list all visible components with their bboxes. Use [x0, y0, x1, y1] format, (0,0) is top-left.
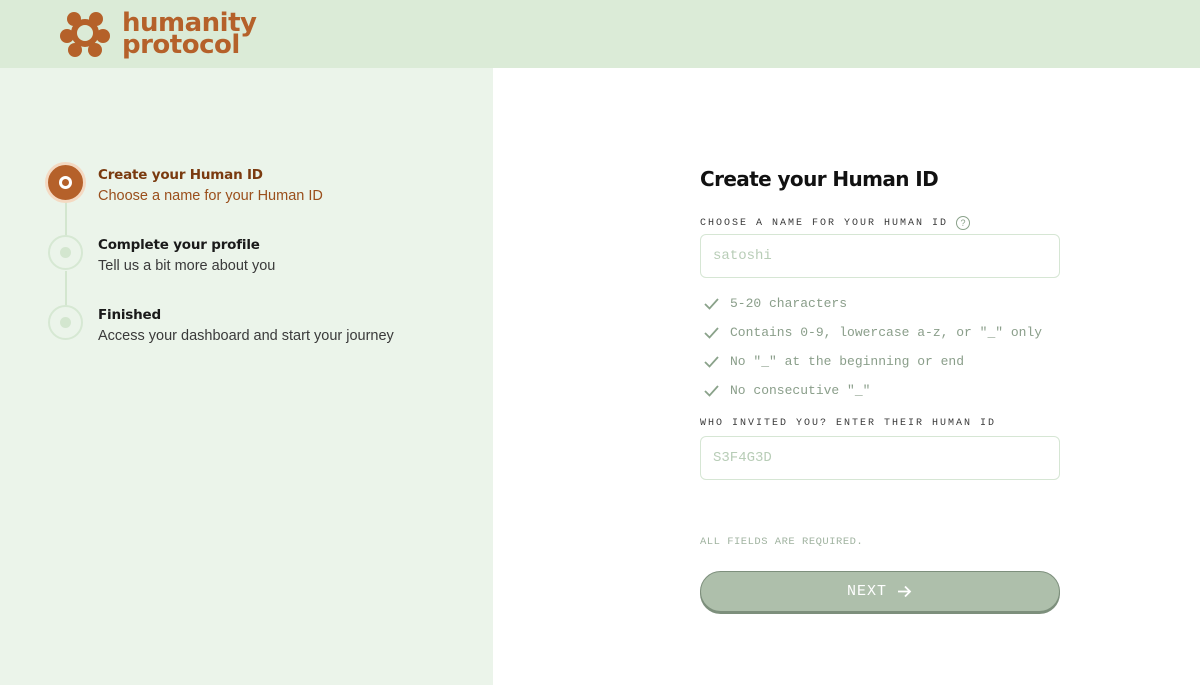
- rule-text: Contains 0-9, lowercase a-z, or "_" only: [730, 325, 1043, 340]
- step-indicator: [48, 305, 83, 340]
- validation-rule: No consecutive "_": [703, 376, 1042, 405]
- top-header: humanity protocol: [0, 0, 1200, 68]
- question-circle-icon[interactable]: ?: [956, 216, 971, 230]
- rule-text: No consecutive "_": [730, 383, 871, 398]
- step-finished: Finished Access your dashboard and start…: [48, 305, 394, 344]
- step-subtitle: Choose a name for your Human ID: [98, 188, 323, 204]
- inviter-id-input[interactable]: [700, 436, 1060, 480]
- step-title: Complete your profile: [98, 237, 260, 253]
- step-title: Create your Human ID: [98, 167, 263, 183]
- checkmark-icon: [704, 327, 719, 339]
- step-indicator-active: [48, 165, 83, 200]
- validation-rule: No "_" at the beginning or end: [703, 347, 1042, 376]
- human-id-input[interactable]: [700, 234, 1060, 278]
- next-button-label: NEXT: [846, 583, 887, 600]
- brand-name-line2: protocol: [122, 30, 240, 60]
- validation-rule: 5-20 characters: [703, 289, 1042, 318]
- rule-text: No "_" at the beginning or end: [730, 354, 965, 369]
- inviter-label: WHO INVITED YOU? ENTER THEIR HUMAN ID: [700, 418, 996, 429]
- rule-text: 5-20 characters: [730, 296, 848, 311]
- human-id-label-text: CHOOSE A NAME FOR YOUR HUMAN ID: [700, 217, 949, 229]
- brand-wordmark: humanity protocol: [122, 10, 257, 60]
- step-complete-profile: Complete your profile Tell us a bit more…: [48, 235, 275, 274]
- form-title: Create your Human ID: [700, 167, 939, 191]
- arrow-right-icon: [898, 585, 912, 598]
- step-connector: [65, 271, 67, 306]
- progress-sidebar: [0, 68, 493, 685]
- checkmark-icon: [704, 385, 719, 397]
- checkmark-icon: [704, 298, 719, 310]
- brand-logo[interactable]: humanity protocol: [60, 8, 257, 60]
- step-create-human-id: Create your Human ID Choose a name for y…: [48, 165, 323, 204]
- human-id-label: CHOOSE A NAME FOR YOUR HUMAN ID ?: [700, 216, 971, 230]
- validation-rules: 5-20 characters Contains 0-9, lowercase …: [703, 289, 1042, 405]
- step-subtitle: Access your dashboard and start your jou…: [98, 328, 394, 344]
- step-subtitle: Tell us a bit more about you: [98, 258, 276, 274]
- step-title: Finished: [98, 307, 161, 323]
- step-connector: [65, 202, 67, 236]
- next-button[interactable]: NEXT: [700, 571, 1060, 612]
- checkmark-icon: [704, 356, 719, 368]
- step-indicator: [48, 235, 83, 270]
- required-fields-note: ALL FIELDS ARE REQUIRED.: [700, 536, 864, 548]
- inviter-label-text: WHO INVITED YOU? ENTER THEIR HUMAN ID: [700, 418, 997, 429]
- validation-rule: Contains 0-9, lowercase a-z, or "_" only: [703, 318, 1042, 347]
- humanity-logo-icon: [60, 12, 110, 57]
